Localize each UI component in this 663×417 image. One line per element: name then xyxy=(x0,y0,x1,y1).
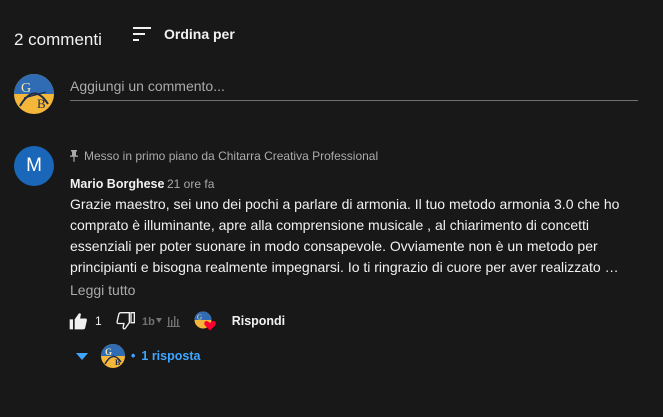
creator-boost-icon[interactable]: 1b xyxy=(142,312,182,330)
chevron-down-icon xyxy=(76,353,88,360)
like-icon[interactable] xyxy=(68,311,88,331)
svg-text:G: G xyxy=(197,314,202,322)
svg-text:B: B xyxy=(37,96,46,111)
pin-icon xyxy=(70,150,78,162)
svg-text:1b: 1b xyxy=(142,316,155,328)
creator-heart-icon[interactable]: G xyxy=(194,311,216,331)
author-avatar[interactable]: M xyxy=(14,146,54,186)
pinned-text: Messo in primo piano da Chitarra Creativ… xyxy=(84,149,379,163)
add-comment-placeholder: Aggiungi un commento... xyxy=(70,78,225,94)
sort-icon xyxy=(133,27,151,41)
sort-button[interactable]: Ordina per xyxy=(132,24,235,44)
view-replies-button[interactable]: G B • 1 risposta xyxy=(75,344,200,368)
pinned-badge: Messo in primo piano da Chitarra Creativ… xyxy=(70,149,378,163)
reply-button[interactable]: Rispondi xyxy=(232,314,285,328)
author-name[interactable]: Mario Borghese xyxy=(70,177,164,191)
comment-count: 2 commenti xyxy=(14,30,102,49)
svg-text:G: G xyxy=(105,347,112,357)
svg-text:G: G xyxy=(21,81,31,96)
reply-author-avatar: G B xyxy=(101,344,125,368)
comment-time[interactable]: 21 ore fa xyxy=(167,177,214,191)
comment-text: Grazie maestro, sei uno dei pochi a parl… xyxy=(70,196,620,275)
like-count: 1 xyxy=(95,314,102,328)
author-avatar-letter: M xyxy=(26,155,42,176)
comment-actions: 1 1b G Rispondi xyxy=(68,311,285,331)
sort-label: Ordina per xyxy=(164,26,235,42)
dislike-icon[interactable] xyxy=(116,311,136,331)
current-user-avatar: G B xyxy=(14,74,54,114)
svg-text:B: B xyxy=(115,358,121,367)
replies-separator: • xyxy=(131,349,136,363)
replies-count-label: 1 risposta xyxy=(141,349,201,363)
read-more-button[interactable]: Leggi tutto xyxy=(70,282,135,298)
add-comment-input[interactable]: Aggiungi un commento... xyxy=(70,76,638,101)
